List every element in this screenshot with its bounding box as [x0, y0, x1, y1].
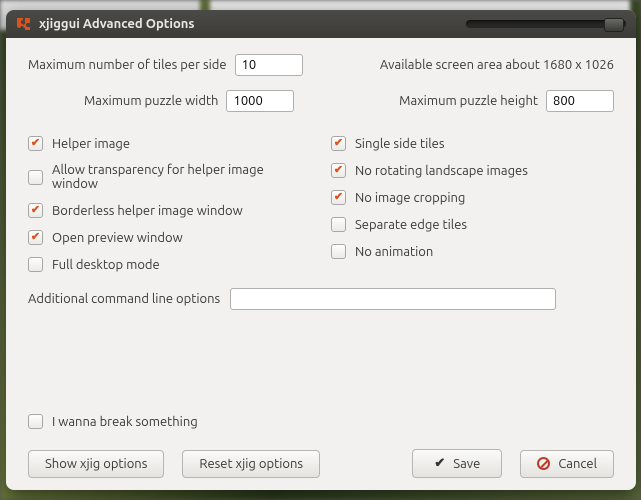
button-label: Save: [453, 457, 480, 471]
checkbox-label: Full desktop mode: [52, 258, 160, 272]
checkbox-box: [331, 244, 346, 259]
dialog-window: xjiggui Advanced Options Maximum number …: [6, 10, 636, 490]
checkbox-row[interactable]: No animation: [331, 238, 614, 265]
checkbox-label: Separate edge tiles: [355, 218, 467, 232]
checkbox-label: No image cropping: [355, 191, 465, 205]
max-height-input[interactable]: [546, 90, 614, 112]
checkbox-row[interactable]: Open preview window: [28, 224, 311, 251]
checkbox-row[interactable]: No rotating landscape images: [331, 157, 614, 184]
checkbox-row[interactable]: Borderless helper image window: [28, 197, 311, 224]
checkbox-row[interactable]: Allow transparency for helper image wind…: [28, 157, 311, 197]
checkbox-label: Allow transparency for helper image wind…: [52, 163, 311, 191]
checkbox-label: Helper image: [52, 137, 130, 151]
checkbox-box: [331, 217, 346, 232]
left-options-column: Helper image Allow transparency for helpe…: [28, 130, 311, 278]
content-area: Maximum number of tiles per side Availab…: [6, 38, 636, 490]
checkbox-row[interactable]: Separate edge tiles: [331, 211, 614, 238]
checkbox-box: [28, 257, 43, 272]
max-width-input[interactable]: [226, 90, 294, 112]
checkbox-box: [28, 203, 43, 218]
checkbox-label: No rotating landscape images: [355, 164, 528, 178]
button-label: Cancel: [558, 457, 597, 471]
checkbox-label: Single side tiles: [355, 137, 444, 151]
puzzle-icon: [16, 16, 32, 32]
break-something-label: I wanna break something: [52, 415, 198, 429]
max-height-label: Maximum puzzle height: [399, 94, 538, 108]
window-title: xjiggui Advanced Options: [39, 17, 195, 31]
button-label: Reset xjig options: [199, 457, 303, 471]
cancel-icon: [537, 457, 550, 470]
checkbox-row[interactable]: Helper image: [28, 130, 311, 157]
checkbox-row[interactable]: Full desktop mode: [28, 251, 311, 278]
right-options-column: Single side tiles No rotating landscape i…: [331, 130, 614, 278]
checkbox-box: [331, 163, 346, 178]
checkbox-box: [28, 136, 43, 151]
save-button[interactable]: ✔ Save: [412, 449, 502, 478]
max-tiles-input[interactable]: [235, 54, 303, 76]
cmd-options-label: Additional command line options: [28, 292, 220, 306]
check-icon: ✔: [434, 456, 445, 471]
titlebar-slider[interactable]: [466, 20, 626, 28]
checkbox-box: [331, 190, 346, 205]
max-width-label: Maximum puzzle width: [84, 94, 218, 108]
max-tiles-label: Maximum number of tiles per side: [28, 58, 227, 72]
reset-xjig-options-button[interactable]: Reset xjig options: [182, 450, 320, 478]
checkbox-label: No animation: [355, 245, 433, 259]
checkbox-box: [331, 136, 346, 151]
checkbox-row[interactable]: Single side tiles: [331, 130, 614, 157]
checkbox-row[interactable]: No image cropping: [331, 184, 614, 211]
button-label: Show xjig options: [45, 457, 147, 471]
cmd-options-input[interactable]: [230, 288, 556, 310]
checkbox-label: Open preview window: [52, 231, 183, 245]
break-something-checkbox[interactable]: I wanna break something: [28, 408, 614, 435]
screen-area-info: Available screen area about 1680 x 1026: [380, 58, 614, 72]
checkbox-label: Borderless helper image window: [52, 204, 243, 218]
checkbox-box: [28, 414, 43, 429]
cancel-button[interactable]: Cancel: [520, 450, 614, 478]
checkbox-box: [28, 230, 43, 245]
titlebar[interactable]: xjiggui Advanced Options: [6, 10, 636, 38]
show-xjig-options-button[interactable]: Show xjig options: [28, 450, 164, 478]
checkbox-box: [28, 170, 43, 185]
